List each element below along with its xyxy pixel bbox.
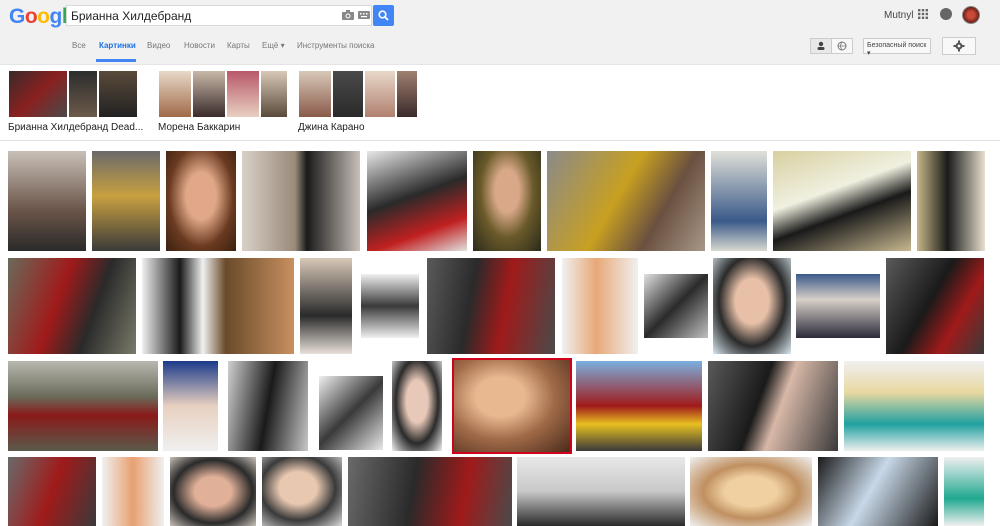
image-result[interactable] [348,457,512,526]
notifications-bell-icon[interactable] [940,8,952,20]
person-filter-button[interactable] [810,38,832,54]
image-result[interactable] [562,258,638,354]
image-result[interactable] [773,151,911,251]
search-icon [378,10,389,21]
image-result[interactable] [711,151,767,251]
related-thumbnail [158,70,192,118]
related-thumbnail [226,70,260,118]
tab-more[interactable]: Ещё ▾ [262,41,285,50]
image-result[interactable] [228,361,308,451]
top-bar: Google Mutnyl Все Картинки Видео Нов [0,0,1000,65]
image-result[interactable] [547,151,705,251]
related-thumbnail [298,70,332,118]
globe-icon [837,41,847,51]
tab-all[interactable]: Все [72,41,86,50]
image-result[interactable] [517,457,685,526]
image-result[interactable] [690,457,812,526]
related-thumbnail [332,70,364,118]
related-search-label: Морена Баккарин [158,122,241,133]
related-thumbnails [8,70,138,118]
image-result[interactable] [886,258,984,354]
related-search-1[interactable]: Брианна Хилдебранд Dead... [8,70,143,133]
related-thumbnail [396,70,418,118]
apps-grid-icon[interactable] [918,9,928,19]
search-input[interactable] [71,8,331,23]
image-result[interactable] [163,361,218,451]
camera-icon[interactable] [342,10,354,20]
image-result[interactable] [166,151,236,251]
image-result[interactable] [361,274,419,338]
image-result[interactable] [102,457,164,526]
image-result[interactable] [8,258,136,354]
tab-videos[interactable]: Видео [147,41,170,50]
image-result[interactable] [262,457,342,526]
tab-maps[interactable]: Карты [227,41,250,50]
related-thumbnail [364,70,396,118]
user-name-link[interactable]: Mutnyl [884,10,913,21]
safe-search-dropdown[interactable]: Безопасный поиск ▾ [863,38,931,57]
image-result[interactable] [8,151,86,251]
avatar[interactable] [962,6,980,24]
related-search-3[interactable]: Джина Карано [298,70,428,133]
image-result[interactable] [818,457,938,526]
image-result[interactable] [576,361,702,451]
image-result[interactable] [944,457,984,526]
image-result[interactable] [8,361,158,451]
related-search-label: Брианна Хилдебранд Dead... [8,122,144,133]
related-thumbnail [98,70,138,118]
divider [0,140,1000,141]
image-result[interactable] [392,361,442,451]
search-box [66,5,372,26]
related-thumbnails [158,70,288,118]
related-thumbnail [8,70,68,118]
active-tab-indicator [96,59,136,62]
gear-icon [953,40,965,52]
image-result[interactable] [708,361,838,451]
image-result[interactable] [242,151,360,251]
image-result[interactable] [300,258,352,354]
image-result[interactable] [644,274,708,338]
image-result-selected[interactable] [452,358,572,454]
image-result[interactable] [427,258,555,354]
image-result[interactable] [917,151,985,251]
related-search-2[interactable]: Морена Баккарин [158,70,288,133]
related-search-label: Джина Карано [298,122,365,133]
globe-filter-button[interactable] [831,38,853,54]
image-result[interactable] [796,274,880,338]
settings-button[interactable] [942,37,976,55]
image-result[interactable] [8,457,96,526]
image-result[interactable] [142,258,294,354]
image-result[interactable] [473,151,541,251]
image-result[interactable] [713,258,791,354]
image-result[interactable] [170,457,256,526]
image-result[interactable] [319,376,383,450]
image-result[interactable] [367,151,467,251]
keyboard-icon[interactable] [358,10,370,20]
tab-search-tools[interactable]: Инструменты поиска [297,41,374,50]
person-icon [817,41,825,50]
image-result[interactable] [844,361,984,451]
related-thumbnail [192,70,226,118]
related-thumbnail [68,70,98,118]
tab-news[interactable]: Новости [184,41,215,50]
image-result[interactable] [92,151,160,251]
tab-images[interactable]: Картинки [99,41,136,50]
search-button[interactable] [373,5,394,26]
related-thumbnail [260,70,288,118]
related-thumbnails [298,70,428,118]
